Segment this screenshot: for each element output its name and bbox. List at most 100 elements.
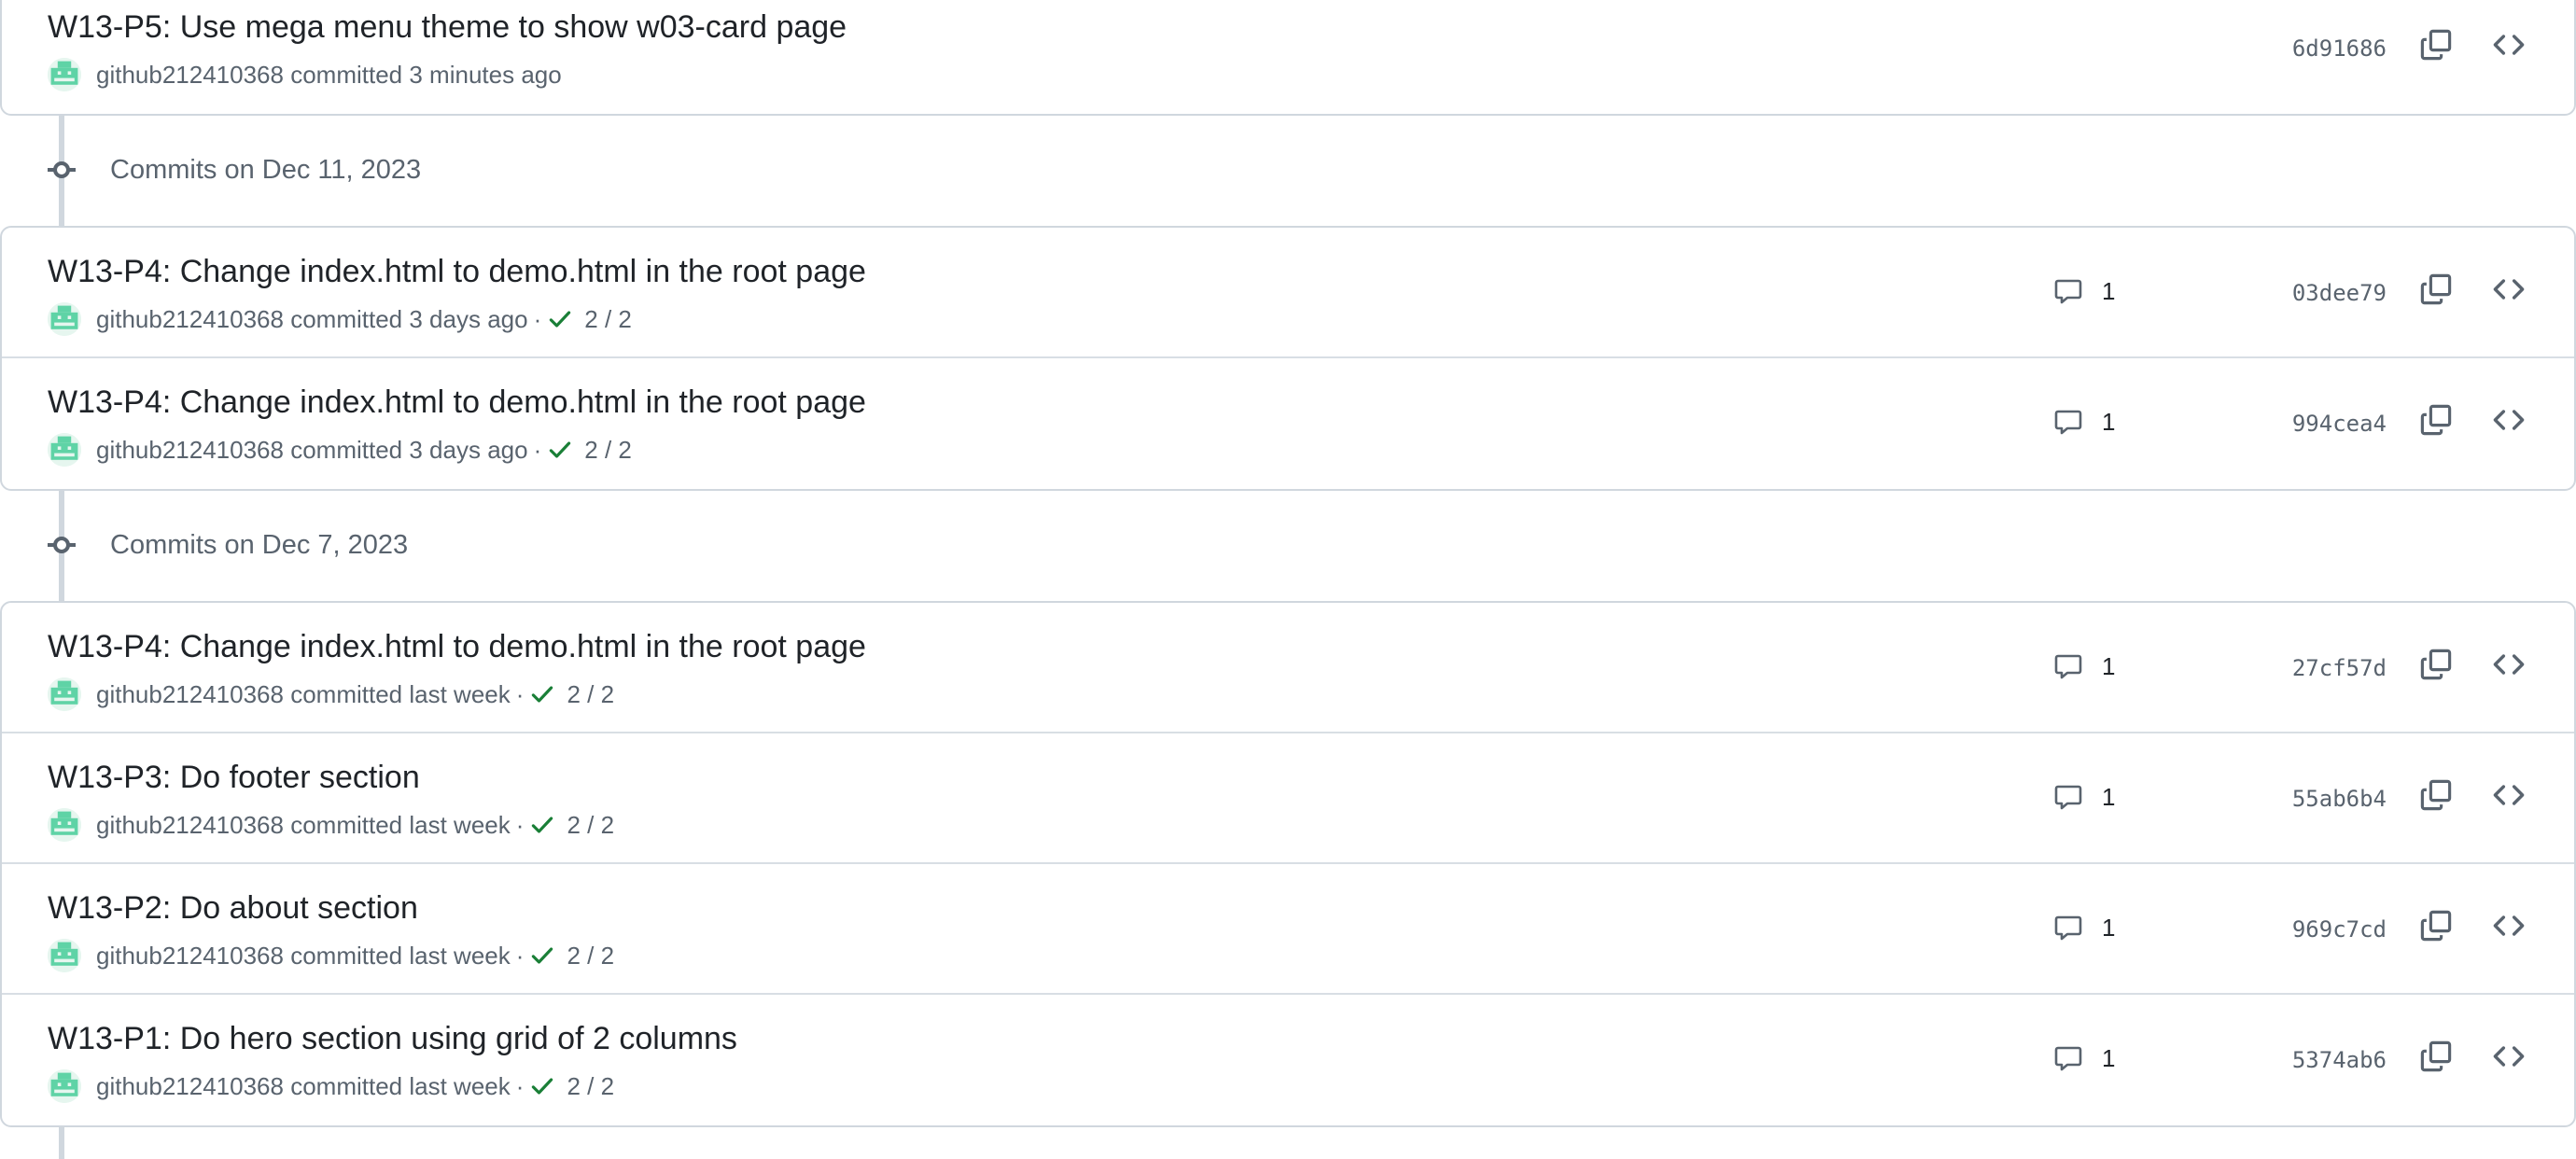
comments-link[interactable]: 1 [2053,407,2115,437]
commit-time: last week [409,1071,511,1100]
commit-sha-link[interactable]: 994cea4 [2292,411,2387,437]
commit-group-date: Commits on Dec 7, 2023 [110,529,409,560]
comments-link[interactable]: 1 [2053,1043,2115,1073]
commit-list-card: W13-P4: Change index.html to demo.html i… [0,226,2576,491]
copy-sha-button[interactable] [2417,401,2455,439]
check-icon[interactable] [529,1073,555,1099]
commit-action: committed [290,60,403,89]
check-icon[interactable] [547,437,573,463]
commit-sha-link[interactable]: 6d91686 [2292,35,2387,62]
commit-title-link[interactable]: W13-P5: Use mega menu theme to show w03-… [48,9,847,46]
browse-repo-button[interactable] [2488,776,2529,814]
commit-author-link[interactable]: github212410368 [96,61,284,90]
comment-icon [2053,276,2093,306]
check-icon[interactable] [529,812,555,838]
browse-repo-button[interactable] [2488,271,2529,308]
copy-sha-button[interactable] [2417,776,2455,814]
code-icon [2492,28,2526,62]
commit-sha-link[interactable]: 03dee79 [2292,280,2387,306]
copy-icon [2419,1040,2453,1073]
avatar[interactable] [48,677,81,711]
check-icon[interactable] [547,306,573,332]
avatar[interactable] [48,1069,81,1103]
commit-meta: github212410368 committed last week · 2 / … [48,808,614,842]
commit-spacer [402,680,409,709]
avatar[interactable] [48,433,81,467]
commit-meta: github212410368 committed 3 days ago · 2 /… [48,433,632,467]
commit-action: committed [290,1071,403,1100]
checks-count[interactable]: 2 / 2 [567,1072,614,1101]
commit-author-link[interactable]: github212410368 [96,942,284,970]
commit-spacer [402,61,409,90]
comment-icon [2053,407,2093,437]
avatar[interactable] [48,302,81,336]
comment-icon [2053,1043,2093,1073]
commit-action: committed [290,810,403,839]
commit-list-card: W13-P4: Change index.html to demo.html i… [0,601,2576,1127]
check-icon[interactable] [529,943,555,969]
avatar[interactable] [48,58,81,91]
avatar[interactable] [48,939,81,972]
copy-sha-button[interactable] [2417,646,2455,683]
copy-sha-button[interactable] [2417,1038,2455,1075]
commit-author-link[interactable]: github212410368 [96,436,284,465]
checks-count[interactable]: 2 / 2 [567,680,614,709]
commit-title-link[interactable]: W13-P3: Do footer section [48,760,420,796]
commit-title-link[interactable]: W13-P4: Change index.html to demo.html i… [48,254,866,290]
copy-sha-button[interactable] [2417,271,2455,308]
comments-link[interactable]: 1 [2053,276,2115,306]
commit-row: W13-P2: Do about section github212410368 … [2,862,2574,993]
comments-link[interactable]: 1 [2053,651,2115,681]
copy-sha-button[interactable] [2417,907,2455,944]
checks-count[interactable]: 2 / 2 [584,305,632,334]
comments-count: 1 [2102,782,2116,811]
commit-title-link[interactable]: W13-P4: Change index.html to demo.html i… [48,629,866,665]
checks-count[interactable]: 2 / 2 [567,811,614,840]
code-icon [2492,272,2526,306]
commit-spacer [284,1072,290,1101]
commit-action: committed [290,941,403,970]
commit-title-link[interactable]: W13-P2: Do about section [48,890,418,927]
commit-title-link[interactable]: W13-P1: Do hero section using grid of 2 … [48,1021,737,1057]
commit-author-link[interactable]: github212410368 [96,305,284,334]
commit-spacer [284,680,290,709]
commit-time: last week [409,941,511,970]
commit-row: W13-P4: Change index.html to demo.html i… [2,603,2574,732]
commit-sha-link[interactable]: 55ab6b4 [2292,786,2387,812]
commit-sha-link[interactable]: 969c7cd [2292,916,2387,943]
browse-repo-button[interactable] [2488,1038,2529,1075]
meta-separator: · [515,1071,525,1100]
comments-link[interactable]: 1 [2053,913,2115,943]
copy-icon [2419,778,2453,812]
copy-icon [2419,28,2453,62]
commit-author-link[interactable]: github212410368 [96,811,284,840]
commit-sha-link[interactable]: 27cf57d [2292,655,2387,681]
commit-spacer [402,811,409,840]
checks-count[interactable]: 2 / 2 [567,942,614,970]
commit-title-link[interactable]: W13-P4: Change index.html to demo.html i… [48,384,866,421]
commit-time: 3 days ago [409,435,528,464]
comments-count: 1 [2102,276,2116,305]
git-commit-icon [48,161,76,178]
check-icon[interactable] [529,681,555,707]
checks-count[interactable]: 2 / 2 [584,436,632,465]
commit-author-link[interactable]: github212410368 [96,1072,284,1101]
comments-link[interactable]: 1 [2053,782,2115,812]
commit-author-link[interactable]: github212410368 [96,680,284,709]
browse-repo-button[interactable] [2488,401,2529,439]
avatar[interactable] [48,808,81,842]
commit-time: last week [409,810,511,839]
browse-repo-button[interactable] [2488,646,2529,683]
browse-repo-button[interactable] [2488,26,2529,63]
comments-count: 1 [2102,651,2116,680]
copy-sha-button[interactable] [2417,26,2455,63]
commit-time: 3 days ago [409,304,528,333]
commit-sha-link[interactable]: 5374ab6 [2292,1047,2387,1073]
meta-separator: · [515,679,525,708]
meta-separator: · [533,435,542,464]
code-icon [2492,648,2526,681]
browse-repo-button[interactable] [2488,907,2529,944]
commit-row: W13-P4: Change index.html to demo.html i… [2,356,2574,487]
commit-spacer [402,942,409,970]
code-icon [2492,403,2526,437]
